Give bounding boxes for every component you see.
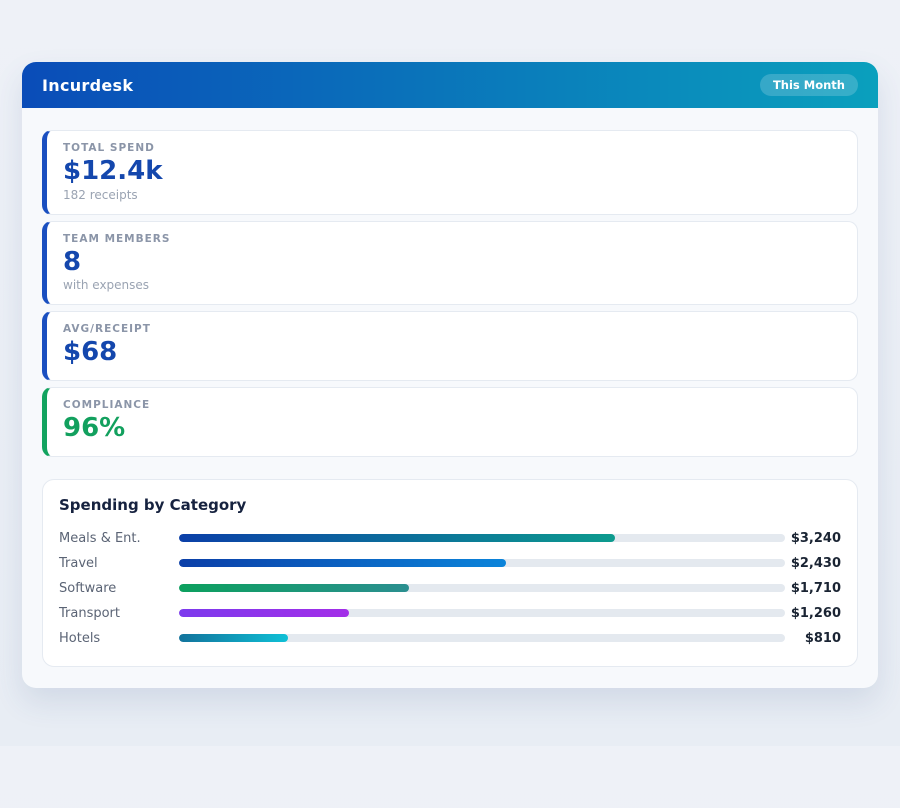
stat-sub: with expenses bbox=[63, 278, 841, 292]
category-row-hotels: Hotels $810 bbox=[59, 626, 841, 651]
category-value: $1,260 bbox=[785, 606, 841, 621]
dashboard-panel: Incurdesk This Month TOTAL SPEND $12.4k … bbox=[22, 62, 878, 688]
stat-label: AVG/RECEIPT bbox=[63, 323, 841, 335]
category-row-transport: Transport $1,260 bbox=[59, 601, 841, 626]
stat-card-avg-receipt: AVG/RECEIPT $68 bbox=[42, 311, 858, 381]
stat-value: $12.4k bbox=[63, 156, 841, 187]
category-label: Meals & Ent. bbox=[59, 531, 179, 546]
stat-label: TEAM MEMBERS bbox=[63, 233, 841, 245]
stat-card-team-members: TEAM MEMBERS 8 with expenses bbox=[42, 221, 858, 306]
app-title: Incurdesk bbox=[42, 76, 133, 95]
category-bar-track bbox=[179, 634, 785, 642]
app-header: Incurdesk This Month bbox=[22, 62, 878, 108]
stat-value: 96% bbox=[63, 413, 841, 444]
category-bar-fill bbox=[179, 609, 349, 617]
category-value: $3,240 bbox=[785, 531, 841, 546]
stat-card-compliance: COMPLIANCE 96% bbox=[42, 387, 858, 457]
category-row-software: Software $1,710 bbox=[59, 576, 841, 601]
category-label: Software bbox=[59, 581, 179, 596]
category-bar-track bbox=[179, 609, 785, 617]
category-bar-track bbox=[179, 534, 785, 542]
category-bar-fill bbox=[179, 534, 615, 542]
stat-card-total-spend: TOTAL SPEND $12.4k 182 receipts bbox=[42, 130, 858, 215]
category-bar-fill bbox=[179, 584, 409, 592]
chart-title: Spending by Category bbox=[59, 496, 841, 514]
category-bar-fill bbox=[179, 559, 506, 567]
stat-value: $68 bbox=[63, 337, 841, 368]
category-label: Travel bbox=[59, 556, 179, 571]
category-label: Hotels bbox=[59, 631, 179, 646]
category-row-travel: Travel $2,430 bbox=[59, 551, 841, 576]
category-value: $810 bbox=[785, 631, 841, 646]
category-bar-track bbox=[179, 559, 785, 567]
stat-value: 8 bbox=[63, 247, 841, 278]
stat-sub: 182 receipts bbox=[63, 188, 841, 202]
category-value: $1,710 bbox=[785, 581, 841, 596]
panel-body: TOTAL SPEND $12.4k 182 receipts TEAM MEM… bbox=[22, 108, 878, 688]
spending-by-category-card: Spending by Category Meals & Ent. $3,240… bbox=[42, 479, 858, 667]
stat-label: COMPLIANCE bbox=[63, 399, 841, 411]
category-row-meals: Meals & Ent. $3,240 bbox=[59, 526, 841, 551]
category-bar-fill bbox=[179, 634, 288, 642]
category-bar-track bbox=[179, 584, 785, 592]
period-badge[interactable]: This Month bbox=[760, 74, 858, 96]
category-value: $2,430 bbox=[785, 556, 841, 571]
stat-label: TOTAL SPEND bbox=[63, 142, 841, 154]
category-label: Transport bbox=[59, 606, 179, 621]
